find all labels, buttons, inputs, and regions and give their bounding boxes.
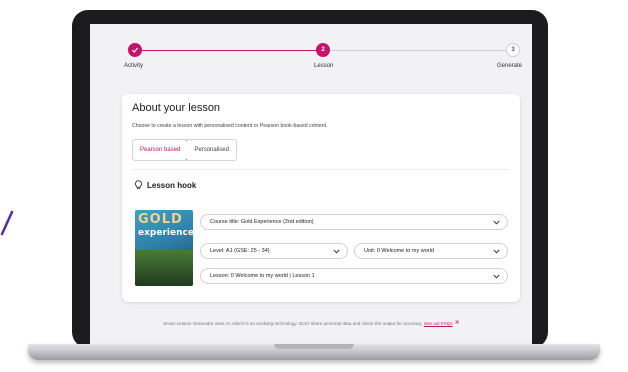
tab-personalised[interactable]: Personalised <box>187 140 237 160</box>
check-icon <box>132 47 138 53</box>
chevron-down-icon <box>493 274 500 279</box>
card-title: About your lesson <box>132 102 221 114</box>
disclaimer-text: Smart Lesson Generator uses AI, which is… <box>163 321 423 326</box>
faq-link[interactable]: See our FAQs <box>424 321 453 326</box>
lesson-card: About your lesson Choose to create a les… <box>122 94 520 302</box>
course-title-value: Course title: Gold Experience (2nd editi… <box>210 219 314 225</box>
level-value: Level: A1 (GSE: 25 - 34) <box>210 248 270 254</box>
lightbulb-icon <box>135 180 142 190</box>
app-screen: Activity 2 Lesson 3 Generate About your … <box>90 24 532 344</box>
stepper-line-upcoming <box>330 50 506 51</box>
ai-disclaimer: Smart Lesson Generator uses AI, which is… <box>90 320 532 326</box>
external-link-icon <box>454 320 459 324</box>
book-title-gold: GOLD <box>138 212 183 227</box>
decorative-slash <box>0 210 14 236</box>
laptop-notch <box>274 344 354 349</box>
progress-stepper: Activity 2 Lesson 3 Generate <box>90 24 532 84</box>
laptop-base <box>28 344 600 360</box>
lesson-hook-heading: Lesson hook <box>134 180 196 190</box>
unit-value: Unit: 0 Welcome to my world <box>364 248 434 254</box>
lesson-hook-label: Lesson hook <box>147 180 197 190</box>
book-title-experience: experience <box>138 228 193 238</box>
step-1-circle[interactable] <box>128 43 142 57</box>
lesson-value: Lesson: 0 Welcome to my world | Lesson 1 <box>210 273 315 279</box>
divider <box>132 169 510 170</box>
course-title-select[interactable]: Course title: Gold Experience (2nd editi… <box>200 214 508 230</box>
book-cover-scene <box>135 250 193 286</box>
chevron-down-icon <box>493 249 500 254</box>
content-type-toggle: Pearson based Personalised <box>132 139 238 161</box>
step-2-label: Lesson <box>314 63 334 69</box>
step-2-circle[interactable]: 2 <box>316 43 330 57</box>
lesson-select[interactable]: Lesson: 0 Welcome to my world | Lesson 1 <box>200 268 508 284</box>
card-description: Choose to create a lesson with personali… <box>132 123 328 129</box>
chevron-down-icon <box>333 249 340 254</box>
tab-pearson-based[interactable]: Pearson based <box>133 140 189 160</box>
step-3-label: Generate <box>497 63 523 69</box>
chevron-down-icon <box>493 220 500 225</box>
book-cover-image: GOLD experience <box>135 210 193 286</box>
unit-select[interactable]: Unit: 0 Welcome to my world <box>354 243 508 259</box>
step-3-circle[interactable]: 3 <box>506 43 520 57</box>
step-1-label: Activity <box>124 63 144 69</box>
stepper-line-complete <box>136 50 316 51</box>
level-select[interactable]: Level: A1 (GSE: 25 - 34) <box>200 243 348 259</box>
